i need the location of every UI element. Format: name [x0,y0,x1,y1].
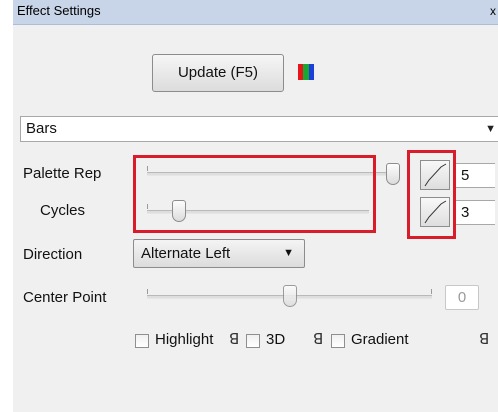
direction-label: Direction [23,246,83,263]
lock-icon[interactable]: ꓭ [313,330,323,348]
slider-highlight-outline [133,155,376,233]
update-button[interactable]: Update (F5) [152,54,284,92]
color-bar-blue [308,64,314,80]
slider-tick [431,289,432,294]
value-curve-highlight-outline [407,150,456,239]
gradient-checkbox-label: Gradient [351,331,409,348]
highlight-checkbox-label: Highlight [155,331,214,348]
cycles-input[interactable]: 3 [455,200,495,225]
palette-rep-input[interactable]: 5 [455,163,495,188]
chevron-down-icon: ▼ [485,123,496,135]
3d-checkbox[interactable] [246,334,260,348]
slider-tick [147,289,148,294]
palette-rep-label: Palette Rep [23,165,102,182]
highlight-checkbox[interactable] [135,334,149,348]
direction-select[interactable]: Alternate Left ▼ [133,239,305,268]
color-palette-icon[interactable] [298,64,314,80]
palette-rep-slider-thumb[interactable] [386,163,400,185]
center-point-label: Center Point [23,289,107,306]
center-point-input[interactable]: 0 [445,285,479,310]
effect-select-value: Bars [26,120,57,137]
direction-select-value: Alternate Left [141,245,231,262]
chevron-down-icon: ▼ [283,247,294,259]
center-point-slider-thumb[interactable] [283,285,297,307]
panel-title: Effect Settings [17,3,101,18]
close-icon[interactable]: x [490,0,496,22]
lock-icon[interactable]: ꓭ [479,330,489,348]
panel-titlebar[interactable]: Effect Settings x [13,0,498,25]
cycles-label: Cycles [40,202,86,219]
gradient-checkbox[interactable] [331,334,345,348]
3d-checkbox-label: 3D [266,331,286,348]
lock-icon[interactable]: ꓭ [229,330,239,348]
effect-select[interactable]: Bars ▼ [20,116,498,142]
